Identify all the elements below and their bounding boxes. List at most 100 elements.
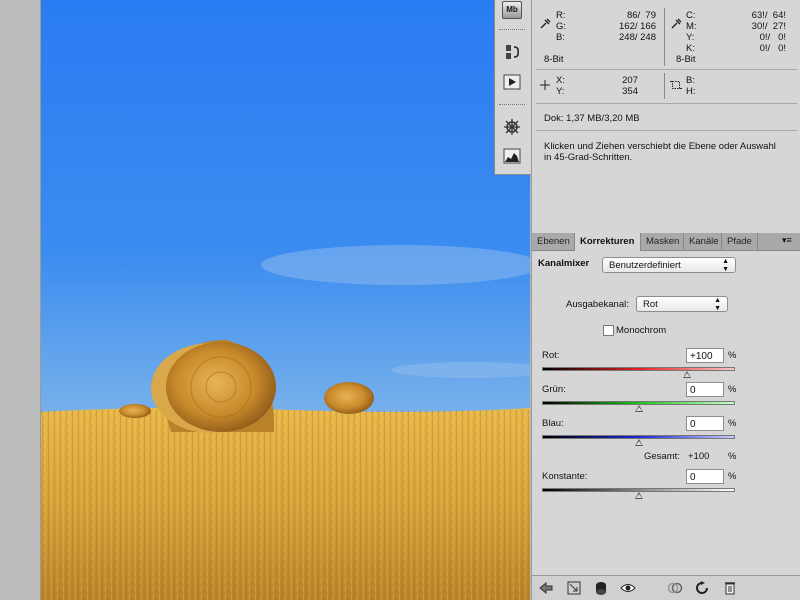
info-c-value: 63!/ 64! [751,10,786,21]
percent-sign: % [728,350,737,361]
back-arrow-icon [539,582,553,594]
percent-sign: % [728,384,737,395]
info-b-value: 248/ 248 [619,32,656,43]
total-value: +100 [688,451,710,462]
info-m-value: 30!/ 27! [751,21,786,32]
visibility-button[interactable] [620,580,636,596]
view-previous-state-button[interactable] [668,580,684,596]
eyedropper-icon [540,18,551,29]
clone-source-icon [506,45,519,59]
dock-separator [499,104,525,105]
play-icon [503,74,521,90]
crosshair-icon [540,80,550,90]
total-label: Gesamt: [644,451,680,462]
output-channel-select[interactable]: Rot ▲ ▼ [636,296,728,312]
info-bit-depth-left: 8-Bit [544,54,564,65]
constant-value-input[interactable]: 0 [686,469,724,484]
info-separator [536,69,797,70]
blue-value-input[interactable]: 0 [686,416,724,431]
blue-label: Blau: [542,418,564,429]
red-slider-track[interactable] [542,367,735,371]
reset-button[interactable] [694,580,710,596]
ship-wheel-icon [504,119,520,135]
info-separator [536,130,797,131]
info-divider [664,8,665,66]
info-k-label: K: [686,43,695,54]
red-value-input[interactable]: +100 [686,348,724,363]
info-c-label: C: [686,10,696,21]
histogram-icon [503,148,521,164]
select-arrows-icon: ▲ ▼ [722,258,729,273]
mini-bridge-icon: Mb [502,1,522,19]
info-divider [664,73,665,99]
panel-tab-bar: Ebenen Korrekturen Masken Kanäle Pfade ▾… [532,233,800,251]
info-k-value: 0!/ 0! [759,43,786,54]
back-button[interactable] [538,580,554,596]
panel-icon-dock: Mb [494,0,532,175]
info-r-value: 86/ 79 [626,10,656,21]
info-ypos-value: 354 [622,86,638,97]
info-x-value: 207 [622,75,638,86]
output-channel-value: Rot [643,299,658,310]
constant-label: Konstante: [542,471,588,482]
info-g-label: G: [556,21,567,32]
info-y-label: Y: [686,32,695,43]
preset-value: Benutzerdefiniert [609,260,681,271]
percent-sign: % [728,418,737,429]
info-separator [536,103,797,104]
info-bit-depth-right: 8-Bit [676,54,696,65]
clip-layer-icon [596,582,606,595]
expand-view-icon [567,581,581,595]
navigator-button[interactable] [501,117,523,137]
previous-state-icon [668,582,683,594]
panel-bottom-toolbar [532,575,800,600]
adjustment-title: Kanalmixer [538,258,590,269]
clip-to-layer-button[interactable] [593,580,609,596]
info-ypos-label: Y: [556,86,565,97]
info-tool-hint: Klicken und Ziehen verschiebt die Ebene … [544,141,776,163]
canvas-left-margin [0,0,41,600]
tab-channels[interactable]: Kanäle [684,233,722,250]
tab-adjustments[interactable]: Korrekturen [575,233,641,251]
info-g-value: 162/ 166 [619,21,656,32]
monochrome-label: Monochrom [616,325,667,336]
mini-bridge-button[interactable]: Mb [501,0,523,20]
tab-masks[interactable]: Masken [641,233,684,250]
green-label: Grün: [542,384,566,395]
info-b-label: B: [556,32,565,43]
constant-slider-thumb[interactable] [634,492,643,499]
reset-icon [696,581,708,594]
monochrome-checkbox[interactable] [603,325,614,336]
select-arrows-icon: ▲ ▼ [714,297,721,312]
green-slider-thumb[interactable] [634,405,643,412]
tab-layers[interactable]: Ebenen [532,233,575,250]
red-label: Rot: [542,350,560,361]
clone-source-button[interactable] [501,42,523,62]
green-value-input[interactable]: 0 [686,382,724,397]
info-x-label: X: [556,75,565,86]
hay-field-photo [41,0,530,600]
info-document-size: Dok: 1,37 MB/3,20 MB [544,113,640,124]
expand-view-button[interactable] [566,580,582,596]
info-m-label: M: [686,21,697,32]
output-channel-label: Ausgabekanal: [566,299,629,310]
info-panel: R: G: B: 86/ 79 162/ 166 248/ 248 8-Bit … [531,0,800,230]
histogram-button[interactable] [501,146,523,166]
actions-button[interactable] [501,72,523,92]
dock-separator [499,29,525,30]
delete-button[interactable] [722,580,738,596]
trash-icon [725,582,735,595]
panel-menu-icon[interactable]: ▾≡ [782,235,792,246]
info-width-label: B: [686,75,695,86]
document-image[interactable] [41,0,530,600]
info-y-value: 0!/ 0! [759,32,786,43]
info-r-label: R: [556,10,566,21]
info-height-label: H: [686,86,696,97]
eye-icon [620,584,636,592]
red-slider-thumb[interactable] [682,371,691,378]
eyedropper-icon [671,18,682,29]
preset-select[interactable]: Benutzerdefiniert ▲ ▼ [602,257,736,273]
adjustments-panel: Ebenen Korrekturen Masken Kanäle Pfade ▾… [531,230,800,600]
blue-slider-thumb[interactable] [634,439,643,446]
tab-paths[interactable]: Pfade [722,233,758,250]
